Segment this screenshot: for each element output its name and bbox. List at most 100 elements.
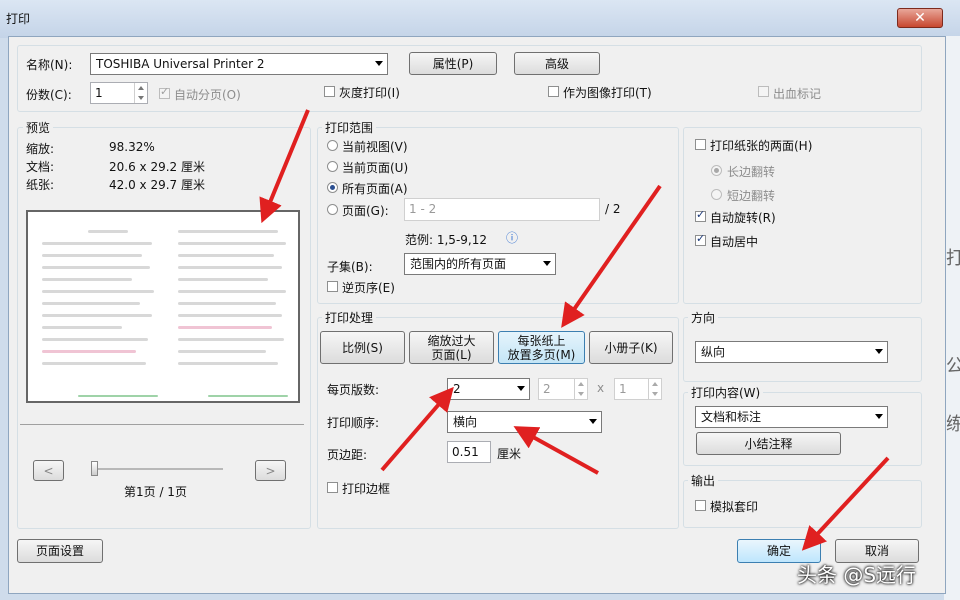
pages-radio[interactable] xyxy=(327,204,338,215)
watermark: 头条 @S远行 xyxy=(797,563,917,587)
next-page-button[interactable]: > xyxy=(255,460,286,481)
bleed-marks-checkbox[interactable] xyxy=(758,86,769,97)
rows-input[interactable]: 1 xyxy=(614,378,662,400)
chevron-down-icon xyxy=(375,61,383,66)
print-content-select[interactable]: 文档和标注 xyxy=(695,406,888,428)
margin-label: 页边距: xyxy=(327,448,368,462)
pages-per-sheet-select[interactable]: 2 xyxy=(447,378,530,400)
flip-short-label: 短边翻转 xyxy=(727,189,776,203)
preview-text-line xyxy=(178,350,266,353)
document-size-value: 20.6 x 29.2 厘米 xyxy=(109,160,205,174)
copies-input[interactable]: 1 xyxy=(90,82,148,104)
page-indicator: 第1页 / 1页 xyxy=(124,485,187,499)
printer-select[interactable]: TOSHIBA Universal Printer 2 xyxy=(90,53,388,75)
print-as-image-checkbox[interactable] xyxy=(548,86,559,97)
copies-value: 1 xyxy=(95,86,103,100)
booklet-tab[interactable]: 小册子(K) xyxy=(589,331,673,364)
rows-spinner[interactable] xyxy=(648,379,661,399)
preview-page xyxy=(26,210,300,403)
flip-short-radio[interactable] xyxy=(711,189,722,200)
all-pages-radio[interactable] xyxy=(327,182,338,193)
preview-text-line xyxy=(42,266,150,269)
both-sides-checkbox[interactable] xyxy=(695,139,706,150)
info-icon[interactable]: ⓘ xyxy=(506,229,518,246)
grayscale-label: 灰度打印(I) xyxy=(339,86,400,100)
page-order-select[interactable]: 横向 xyxy=(447,411,602,433)
subset-select[interactable]: 范围内的所有页面 xyxy=(404,253,556,275)
chevron-down-icon xyxy=(875,349,883,354)
scale-tab[interactable]: 比例(S) xyxy=(320,331,405,364)
preview-text-line xyxy=(42,362,146,365)
flip-long-radio[interactable] xyxy=(711,165,722,176)
preview-text-line xyxy=(42,338,148,341)
pages-range-input[interactable]: 1 - 2 xyxy=(404,198,600,221)
preview-divider xyxy=(20,424,304,425)
columns-spinner[interactable] xyxy=(574,379,587,399)
current-view-radio[interactable] xyxy=(327,140,338,151)
simulate-overprint-checkbox[interactable] xyxy=(695,500,706,511)
chevron-down-icon xyxy=(543,261,551,266)
zoom-label: 缩放: xyxy=(26,142,55,156)
preview-text-line xyxy=(178,362,278,365)
print-content-label: 打印内容(W) xyxy=(688,384,764,401)
prev-page-button[interactable]: < xyxy=(33,460,64,481)
chevron-down-icon xyxy=(875,414,883,419)
auto-center-checkbox[interactable] xyxy=(695,232,706,246)
pages-per-sheet-value: 2 xyxy=(453,382,461,396)
orientation-select[interactable]: 纵向 xyxy=(695,341,888,363)
all-pages-label: 所有页面(A) xyxy=(342,182,408,196)
preview-text-line xyxy=(42,290,154,293)
columns-input[interactable]: 2 xyxy=(538,378,588,400)
fit-tab[interactable]: 缩放过大 页面(L) xyxy=(409,331,494,364)
page-setup-button[interactable]: 页面设置 xyxy=(17,539,103,563)
current-page-radio[interactable] xyxy=(327,161,338,172)
range-example: 范例: 1,5-9,12 xyxy=(405,233,487,247)
multiple-pages-tab[interactable]: 每张纸上 放置多页(M) xyxy=(498,331,585,364)
zoom-value: 98.32% xyxy=(109,140,155,154)
print-as-image-label: 作为图像打印(T) xyxy=(563,86,652,100)
output-label: 输出 xyxy=(688,472,719,489)
preview-text-line xyxy=(178,278,268,281)
rows-value: 1 xyxy=(619,382,627,396)
advanced-button[interactable]: 高级 xyxy=(514,52,600,75)
collate-label: 自动分页(O) xyxy=(174,88,241,102)
close-button[interactable]: ✕ xyxy=(897,8,943,28)
columns-value: 2 xyxy=(543,382,551,396)
simulate-overprint-label: 模拟套印 xyxy=(710,500,759,514)
margin-unit: 厘米 xyxy=(497,447,522,461)
paper-size-label: 纸张: xyxy=(26,178,55,192)
preview-text-line xyxy=(178,314,282,317)
multiple-pages-tab-line2: 放置多页(M) xyxy=(507,347,576,362)
copies-label: 份数(C): xyxy=(26,88,72,102)
grayscale-checkbox[interactable] xyxy=(324,86,335,97)
print-border-checkbox[interactable] xyxy=(327,482,338,493)
margin-input[interactable]: 0.51 xyxy=(447,441,491,463)
reverse-order-checkbox[interactable] xyxy=(327,281,338,292)
printer-select-value: TOSHIBA Universal Printer 2 xyxy=(96,57,265,71)
properties-button[interactable]: 属性(P) xyxy=(409,52,497,75)
current-view-label: 当前视图(V) xyxy=(342,140,408,154)
pages-range-placeholder: 1 - 2 xyxy=(409,202,437,216)
background-char: 练 xyxy=(946,414,960,435)
page-slider-thumb[interactable] xyxy=(91,461,98,476)
summary-comments-button[interactable]: 小结注释 xyxy=(696,432,841,455)
collate-checkbox[interactable] xyxy=(159,85,170,99)
pages-label: 页面(G): xyxy=(342,204,389,218)
margin-value: 0.51 xyxy=(452,445,479,459)
auto-rotate-label: 自动旋转(R) xyxy=(710,211,776,225)
fit-tab-line2: 页面(L) xyxy=(431,347,472,362)
preview-text-line xyxy=(88,230,128,233)
preview-text-line xyxy=(42,314,152,317)
pages-total: / 2 xyxy=(605,202,621,216)
copies-spinner[interactable] xyxy=(134,83,147,103)
background-char: 公 xyxy=(946,356,960,377)
preview-text-line xyxy=(178,338,284,341)
auto-rotate-checkbox[interactable] xyxy=(695,208,706,222)
preview-stamp xyxy=(178,326,272,329)
orientation-label: 方向 xyxy=(688,309,719,326)
page-slider-track[interactable] xyxy=(95,468,223,470)
subset-select-value: 范围内的所有页面 xyxy=(410,257,507,271)
preview-group-label: 预览 xyxy=(23,119,54,136)
preview-text-line xyxy=(178,254,274,257)
spinner-arrows-icon xyxy=(138,86,144,100)
